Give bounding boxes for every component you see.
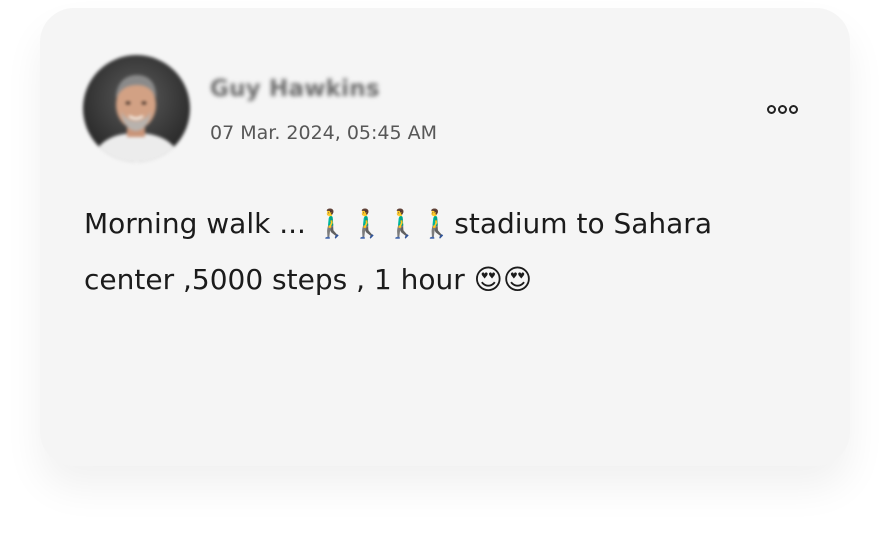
post-card: Guy Hawkins 07 Mar. 2024, 05:45 AM Morni…: [40, 8, 850, 466]
avatar-image: [83, 55, 190, 162]
more-options-button[interactable]: [762, 96, 802, 122]
more-horizontal-icon: [766, 104, 798, 114]
author-name[interactable]: Guy Hawkins: [210, 76, 380, 102]
post-body-text: Morning walk ... 🚶‍♂️🚶‍♂️🚶‍♂️🚶‍♂️stadium…: [84, 207, 712, 296]
post-timestamp: 07 Mar. 2024, 05:45 AM: [210, 122, 438, 144]
avatar[interactable]: [83, 55, 190, 162]
